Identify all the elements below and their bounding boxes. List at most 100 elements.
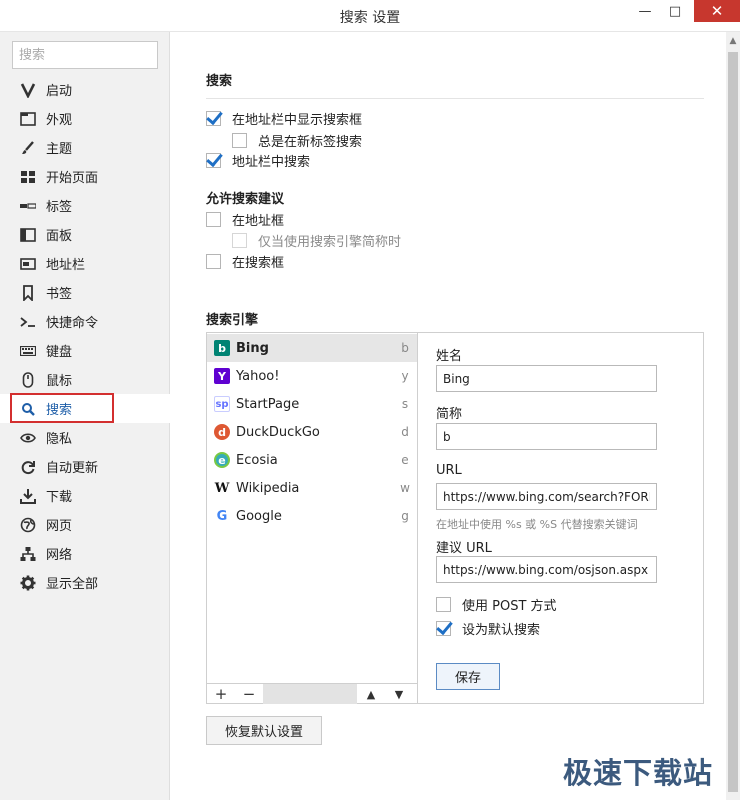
section-divider [206,98,704,99]
url-label: URL [436,463,462,478]
engine-url-input[interactable] [436,483,657,510]
suggest-in-address-checkbox[interactable] [206,211,221,227]
search-in-address-checkbox[interactable] [206,152,221,168]
suggest-in-address-option[interactable]: 在地址框 [206,209,284,229]
title-bar: 搜索 设置 — □ ✕ [0,0,740,32]
suggest-in-search-box-option[interactable]: 在搜索框 [206,251,284,271]
engine-item-ecosia[interactable]: e Ecosia e [207,446,417,474]
engine-list-toolbar: + − ▲ ▼ [207,683,418,704]
only-nickname-option: 仅当使用搜索引擎简称时 [232,230,401,250]
restore-defaults-button[interactable]: 恢复默认设置 [206,716,322,745]
name-label: 姓名 [436,349,463,364]
network-icon [18,545,38,563]
show-search-box-option[interactable]: 在地址栏中显示搜索框 [206,108,362,128]
set-default-option[interactable]: 设为默认搜索 [436,618,540,638]
brush-icon [18,139,38,157]
engine-item-google[interactable]: G Google g [207,502,417,530]
search-icon [18,400,38,418]
sidebar-item-search[interactable]: 搜索 [0,394,170,423]
maximize-button[interactable]: □ [660,0,690,22]
sidebar-item-downloads[interactable]: 下载 [0,481,170,510]
sidebar-item-label: 网络 [46,548,73,563]
sidebar-item-label: 快捷命令 [46,316,99,331]
sidebar-item-label: 地址栏 [46,258,86,273]
sidebar-item-mouse[interactable]: 鼠标 [0,365,170,394]
engine-item-bing[interactable]: b Bing b [207,334,417,362]
sidebar-item-label: 主题 [46,142,73,157]
sidebar-search-input[interactable] [12,41,158,69]
sidebar-item-network[interactable]: 网络 [0,539,170,568]
yahoo-logo-icon: Y [214,368,230,384]
suggest-url-input[interactable] [436,556,657,583]
save-button[interactable]: 保存 [436,663,500,690]
gear-icon [18,574,38,592]
sidebar-item-label: 鼠标 [46,374,73,389]
scrollbar[interactable]: ▲ [726,32,740,800]
engine-name: Ecosia [236,452,278,468]
sidebar-item-start-page[interactable]: 开始页面 [0,162,170,191]
engine-name-input[interactable] [436,365,657,392]
move-down-button[interactable]: ▼ [385,684,413,704]
engine-item-startpage[interactable]: sp StartPage s [207,390,417,418]
engine-name: Yahoo! [236,368,280,384]
vivaldi-icon [18,81,38,99]
search-in-address-label: 地址栏中搜索 [232,154,311,170]
keyboard-icon [18,342,38,360]
sidebar-item-startup[interactable]: 启动 [0,75,170,104]
sidebar-item-show-all[interactable]: 显示全部 [0,568,170,597]
download-icon [18,487,38,505]
use-post-checkbox[interactable] [436,596,451,612]
wikipedia-logo-icon: W [214,480,230,496]
always-new-tab-checkbox[interactable] [232,132,247,148]
move-up-button[interactable]: ▲ [357,684,385,704]
sidebar-item-bookmarks[interactable]: 书签 [0,278,170,307]
engine-key: y [401,369,409,383]
window-title: 搜索 设置 [339,10,401,26]
set-default-checkbox[interactable] [436,620,451,636]
sidebar-item-label: 显示全部 [46,577,99,592]
sidebar-item-label: 键盘 [46,345,73,360]
engines-heading: 搜索引擎 [206,313,259,328]
engine-item-wikipedia[interactable]: W Wikipedia w [207,474,417,502]
remove-engine-button[interactable]: − [235,684,263,704]
engine-item-duckduckgo[interactable]: d DuckDuckGo d [207,418,417,446]
minimize-button[interactable]: — [630,0,660,22]
sidebar-item-tabs[interactable]: 标签 [0,191,170,220]
use-post-option[interactable]: 使用 POST 方式 [436,594,557,614]
sidebar-item-webpages[interactable]: 网页 [0,510,170,539]
search-engines-panel: b Bing b Y Yahoo! y sp StartPage s d Duc… [206,332,704,704]
suggest-url-label: 建议 URL [436,541,492,556]
suggestions-heading: 允许搜索建议 [206,192,285,207]
sidebar-item-keyboard[interactable]: 键盘 [0,336,170,365]
sidebar-item-theme[interactable]: 主题 [0,133,170,162]
always-new-tab-option[interactable]: 总是在新标签搜索 [232,130,362,150]
engine-key: s [401,397,409,411]
engine-nickname-input[interactable] [436,423,657,450]
close-button[interactable]: ✕ [694,0,740,22]
search-in-address-option[interactable]: 地址栏中搜索 [206,150,310,170]
startpage-logo-icon: sp [214,396,230,412]
command-icon [18,313,38,331]
always-new-tab-label: 总是在新标签搜索 [258,134,363,150]
sidebar-item-label: 面板 [46,229,73,244]
settings-content: 搜索 在地址栏中显示搜索框 总是在新标签搜索 地址栏中搜索 允许搜索建议 在地址… [170,32,726,800]
duckduckgo-logo-icon: d [214,424,230,440]
sidebar-item-quick-commands[interactable]: 快捷命令 [0,307,170,336]
sidebar-item-panel[interactable]: 面板 [0,220,170,249]
grid-icon [18,168,38,186]
engine-item-yahoo[interactable]: Y Yahoo! y [207,362,417,390]
toolbar-spacer [263,684,357,704]
url-hint: 在地址中使用 %s 或 %S 代替搜索关键词 [436,518,638,531]
sidebar-item-address-bar[interactable]: 地址栏 [0,249,170,278]
sidebar-item-appearance[interactable]: 外观 [0,104,170,133]
suggest-in-search-box-checkbox[interactable] [206,253,221,269]
engine-name: DuckDuckGo [236,424,320,440]
sidebar-item-auto-update[interactable]: 自动更新 [0,452,170,481]
sidebar-item-label: 启动 [46,84,73,99]
sidebar-item-privacy[interactable]: 隐私 [0,423,170,452]
scroll-up-arrow-icon[interactable]: ▲ [726,34,740,48]
add-engine-button[interactable]: + [207,684,235,704]
show-search-box-checkbox[interactable] [206,110,221,126]
scroll-thumb[interactable] [728,52,738,792]
engine-key: e [401,453,409,467]
